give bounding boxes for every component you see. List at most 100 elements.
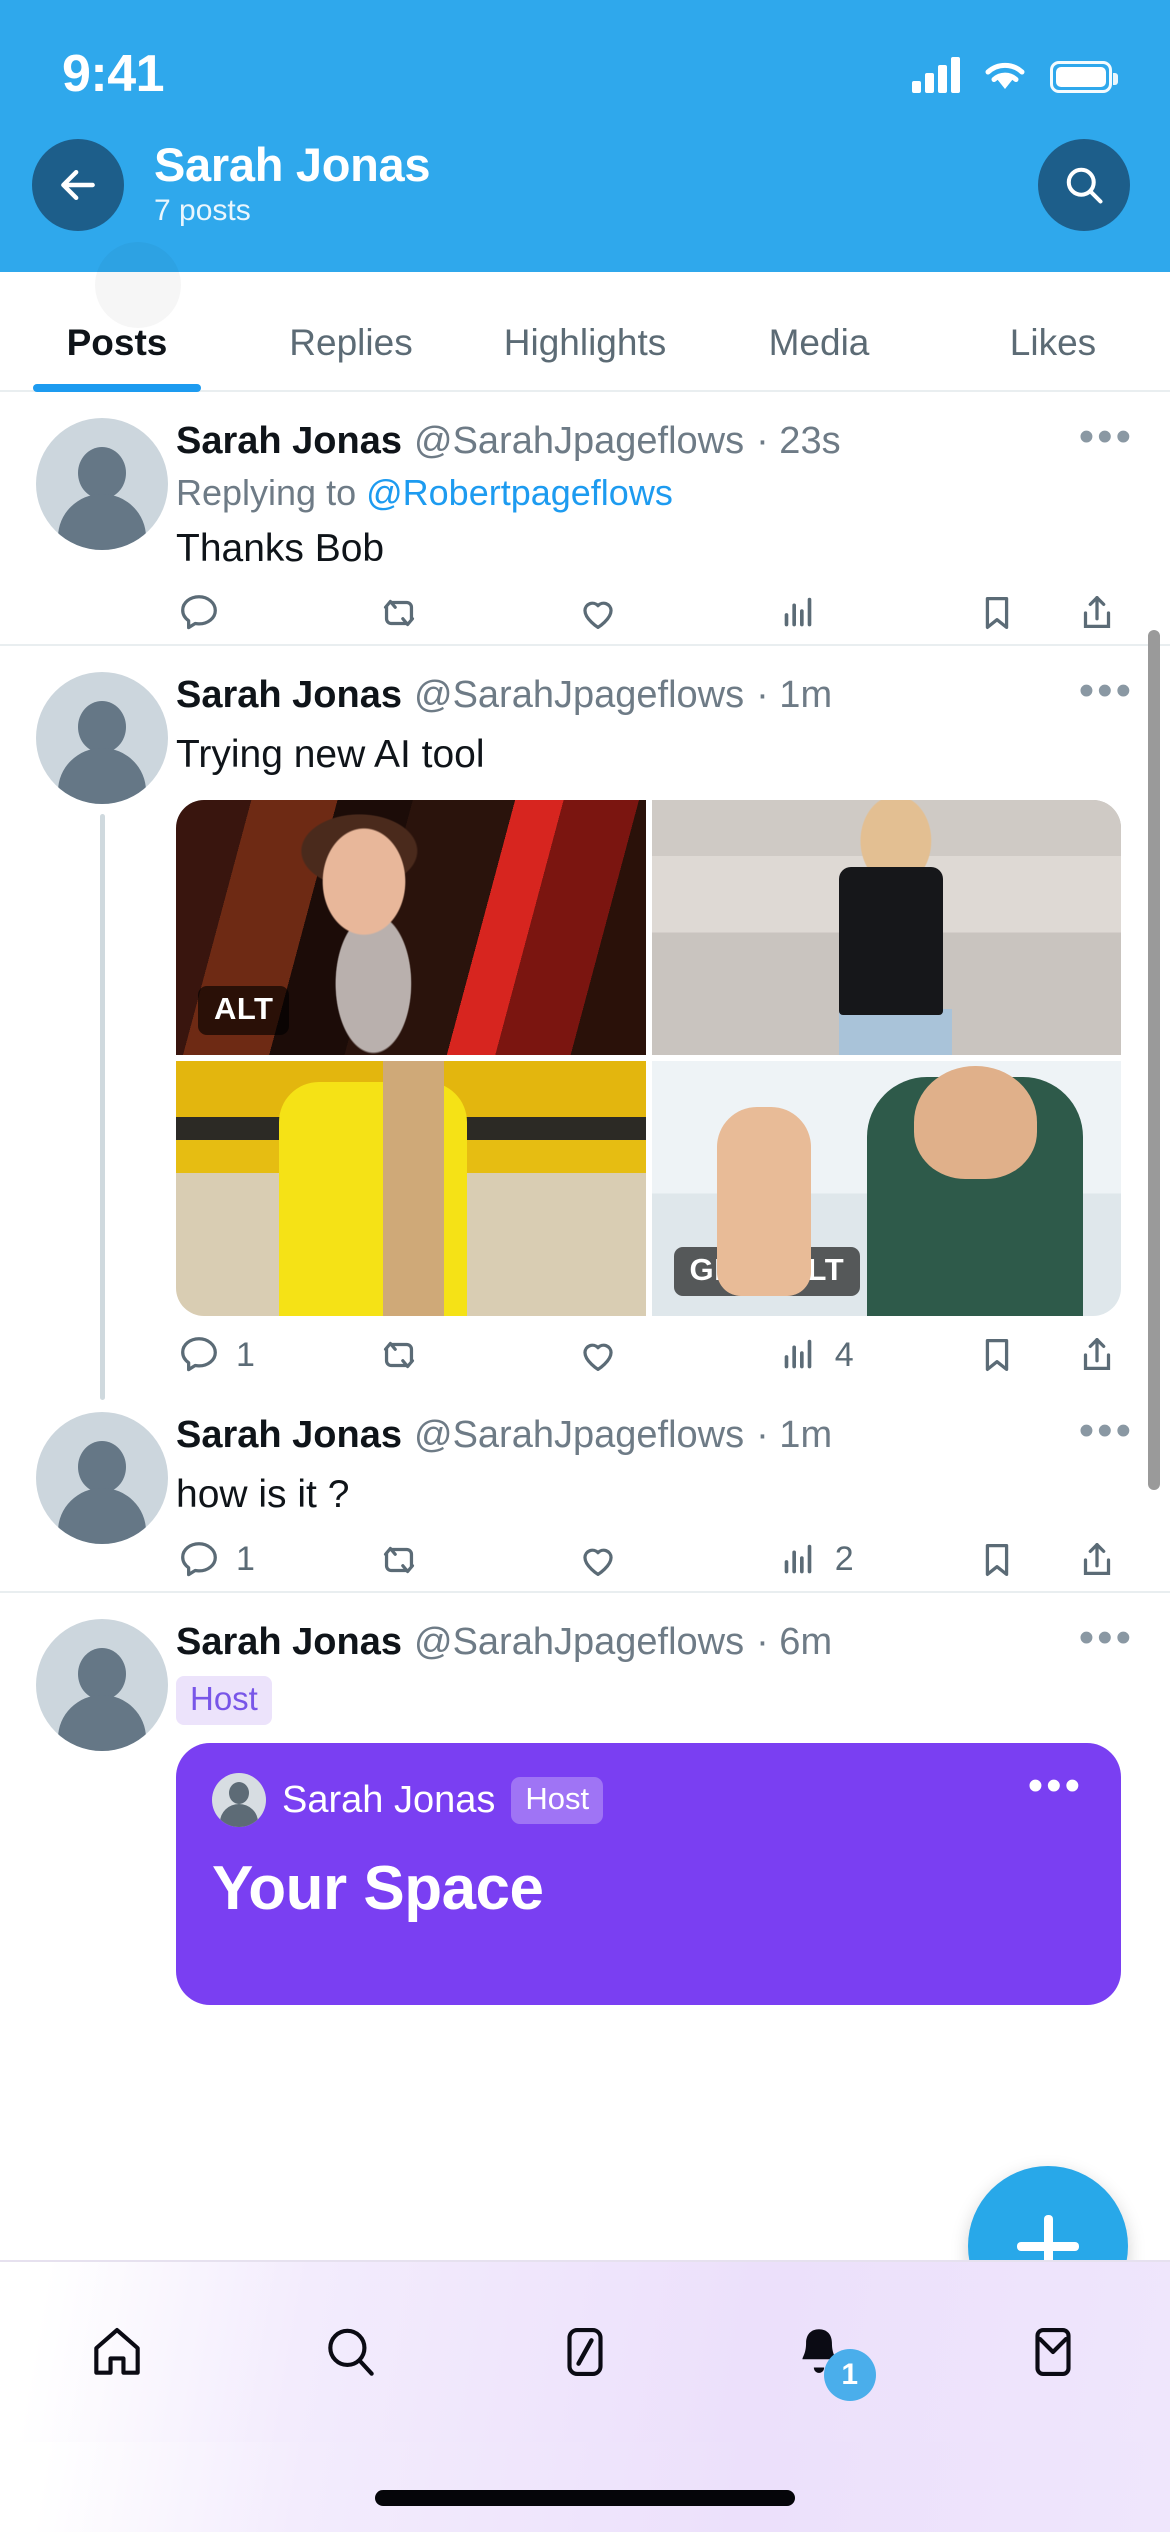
media-image[interactable]: ALT [176, 800, 646, 1056]
media-image[interactable]: GIF ALT [651, 1061, 1121, 1317]
views-bar-chart-icon [784, 1340, 812, 1369]
host-badge: Host [176, 1676, 272, 1726]
back-arrow-icon [61, 169, 95, 201]
bookmark-button[interactable] [974, 1332, 1074, 1378]
media-image[interactable] [176, 1061, 646, 1317]
grok-slash-icon [567, 2327, 603, 2377]
cellular-signal-icon [912, 55, 960, 93]
nav-grok[interactable] [468, 2321, 702, 2383]
author-handle: @SarahJpageflows [414, 1620, 745, 1663]
retweet-button[interactable] [376, 1332, 576, 1378]
nav-home[interactable] [0, 2321, 234, 2383]
share-button[interactable] [1074, 1537, 1120, 1583]
reply-icon [181, 1337, 217, 1372]
like-button[interactable] [575, 1332, 775, 1378]
views-button[interactable]: 2 [775, 1537, 975, 1583]
page-title: Sarah Jonas [154, 138, 431, 192]
bookmark-button[interactable] [974, 590, 1074, 636]
alt-badge[interactable]: ALT [198, 986, 290, 1036]
views-button[interactable]: 4 [775, 1332, 975, 1378]
tab-replies[interactable]: Replies [234, 322, 468, 390]
post-feed: Sarah Jonas @SarahJpageflows · 23s Reply… [0, 392, 1170, 2014]
heart-icon [583, 1548, 613, 1576]
nav-notifications[interactable]: 1 [702, 2321, 936, 2401]
author-handle: @SarahJpageflows [414, 674, 745, 717]
like-button[interactable] [575, 1537, 775, 1583]
post-count: 7 posts [154, 194, 251, 228]
space-host-name: Sarah Jonas [282, 1778, 496, 1821]
avatar-column [36, 672, 172, 1401]
tab-likes[interactable]: Likes [936, 322, 1170, 390]
space-host-avatar [212, 1773, 266, 1828]
space-more-options[interactable]: ••• [1028, 1764, 1083, 1807]
views-count: 4 [834, 1335, 854, 1374]
nav-search[interactable] [234, 2321, 468, 2383]
post-item[interactable]: Sarah Jonas @SarahJpageflows · 23s Reply… [0, 392, 1170, 644]
author-name[interactable]: Sarah Jonas [176, 1619, 402, 1667]
post-more-options[interactable]: ••• [1079, 669, 1134, 712]
share-icon [1083, 1542, 1111, 1575]
post-more-options[interactable]: ••• [1079, 1616, 1134, 1659]
post-meta: Sarah Jonas @SarahJpageflows · 1m [176, 1412, 1134, 1460]
post-text: Trying new AI tool [176, 732, 485, 776]
share-button[interactable] [1074, 1332, 1120, 1378]
author-name[interactable]: Sarah Jonas [176, 418, 402, 466]
avatar[interactable] [36, 418, 168, 550]
retweet-icon [383, 1546, 414, 1573]
retweet-button[interactable] [376, 590, 576, 636]
post-item[interactable]: Sarah Jonas @SarahJpageflows · 6m Host S… [0, 1590, 1170, 2014]
post-more-options[interactable]: ••• [1079, 415, 1134, 458]
retweet-button[interactable] [376, 1537, 576, 1583]
post-body: Sarah Jonas @SarahJpageflows · 23s Reply… [172, 418, 1134, 644]
back-button[interactable] [32, 139, 124, 231]
tab-media[interactable]: Media [702, 322, 936, 390]
status-icons [912, 55, 1118, 93]
reply-icon [181, 595, 217, 630]
home-indicator[interactable] [375, 2490, 795, 2506]
replying-to-handle[interactable]: @Robertpageflows [366, 472, 673, 513]
bottom-navigation: 1 [0, 2260, 1170, 2442]
reply-icon [181, 1541, 217, 1576]
nav-bar: Sarah Jonas 7 posts [0, 110, 1170, 260]
space-title: Your Space [212, 1854, 544, 1924]
author-name[interactable]: Sarah Jonas [176, 672, 402, 720]
mail-icon [1035, 2327, 1071, 2377]
profile-header: 9:41 Sarah Jonas 7 posts [0, 0, 1170, 272]
tab-posts[interactable]: Posts [0, 322, 234, 390]
vertical-scrollbar[interactable] [1148, 630, 1160, 1490]
bookmark-icon [986, 597, 1009, 630]
post-item[interactable]: Sarah Jonas @SarahJpageflows · 1m how is… [0, 1386, 1170, 1590]
media-image[interactable] [651, 800, 1121, 1056]
reply-count: 1 [236, 1540, 255, 1579]
bookmark-button[interactable] [974, 1537, 1074, 1583]
search-button[interactable] [1038, 139, 1130, 231]
post-body: Sarah Jonas @SarahJpageflows · 6m Host S… [172, 1619, 1134, 2014]
post-text: how is it ? [176, 1472, 350, 1516]
reply-button[interactable]: 1 [176, 1332, 376, 1378]
avatar[interactable] [36, 1618, 168, 1751]
post-meta: Sarah Jonas @SarahJpageflows · 23s [176, 418, 1134, 466]
nav-messages[interactable] [936, 2321, 1170, 2383]
bottom-bar: 1 [0, 2260, 1170, 2532]
post-more-options[interactable]: ••• [1079, 1409, 1134, 1452]
author-name[interactable]: Sarah Jonas [176, 1412, 402, 1460]
avatar[interactable] [36, 1412, 168, 1545]
space-card[interactable]: Sarah Jonas Host ••• Your Space [176, 1743, 1121, 2006]
tab-highlights[interactable]: Highlights [468, 322, 702, 390]
notification-badge: 1 [823, 2349, 876, 2401]
like-button[interactable] [575, 590, 775, 636]
avatar-column [36, 1412, 172, 1590]
media-foreground [717, 1107, 812, 1296]
share-icon [1083, 596, 1111, 629]
reply-button[interactable] [176, 590, 376, 636]
media-badges: ALT [198, 986, 290, 1036]
post-time: · 23s [756, 420, 841, 462]
views-button[interactable] [775, 590, 975, 636]
bookmark-icon [986, 1543, 1009, 1576]
views-bar-chart-icon [784, 597, 812, 627]
post-item[interactable]: Sarah Jonas @SarahJpageflows · 1m Trying… [0, 644, 1170, 1401]
reply-button[interactable]: 1 [176, 1537, 376, 1583]
page-title-block: Sarah Jonas 7 posts [154, 140, 1038, 229]
share-button[interactable] [1074, 590, 1120, 636]
avatar[interactable] [36, 672, 168, 805]
